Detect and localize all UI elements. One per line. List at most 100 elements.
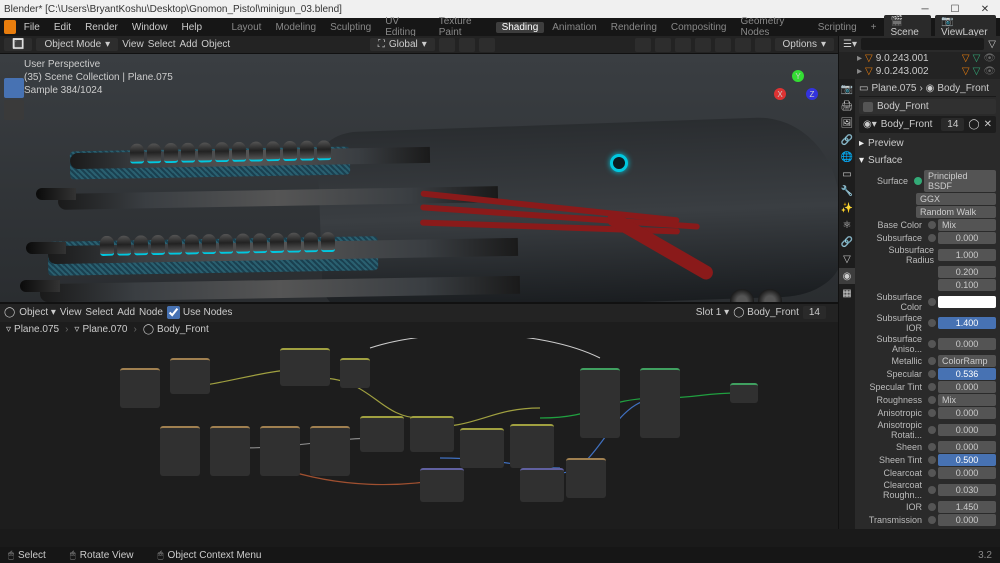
pivot-icon[interactable] xyxy=(439,38,455,52)
axis-z-icon[interactable]: Z xyxy=(806,88,818,100)
view-menu-view[interactable]: View xyxy=(122,39,144,50)
material-users[interactable]: 14 xyxy=(803,306,826,319)
workspace-geonodes[interactable]: Geometry Nodes xyxy=(734,16,809,38)
blender-logo-icon[interactable] xyxy=(4,20,16,34)
prop-value[interactable]: 0.000 xyxy=(938,232,996,244)
prop-value[interactable]: 0.000 xyxy=(938,467,996,479)
minimize-button[interactable]: ─ xyxy=(910,0,940,18)
prop-value[interactable]: 1.000 xyxy=(938,249,996,261)
shading-solid-icon[interactable] xyxy=(715,38,731,52)
socket-dot-icon[interactable] xyxy=(928,221,936,229)
prop-linked-value[interactable]: Mix xyxy=(938,219,996,231)
ne-menu-add[interactable]: Add xyxy=(117,307,135,318)
socket-dot-icon[interactable] xyxy=(928,426,936,434)
outliner[interactable]: ☰▾ ▽ ▸▽9.0.243.001▽▽👁▸▽9.0.243.002▽▽👁▸▽9… xyxy=(839,36,1000,79)
view-menu-select[interactable]: Select xyxy=(148,39,176,50)
node[interactable] xyxy=(210,426,250,476)
shading-rendered-icon[interactable] xyxy=(755,38,771,52)
distribution-select[interactable]: GGX xyxy=(916,193,996,205)
node-editor[interactable]: ◯ Object ▾ View Select Add Node Use Node… xyxy=(0,302,838,529)
xray-icon[interactable] xyxy=(675,38,691,52)
ptab-material-icon[interactable]: ◉ xyxy=(839,268,855,284)
node[interactable] xyxy=(580,368,620,438)
ne-menu-select[interactable]: Select xyxy=(85,307,113,318)
properties-body[interactable]: ▭ Plane.075 › ◉ Body_Front Body_Front ◉▾… xyxy=(855,79,1000,529)
ptab-scene-icon[interactable]: 🔗 xyxy=(839,132,855,148)
node[interactable] xyxy=(520,468,564,502)
outliner-type-icon[interactable]: ☰▾ xyxy=(843,39,857,50)
node[interactable] xyxy=(260,426,300,476)
socket-dot-icon[interactable] xyxy=(928,503,936,511)
socket-dot-icon[interactable] xyxy=(928,319,936,327)
node[interactable] xyxy=(360,416,404,452)
menu-render[interactable]: Render xyxy=(79,22,124,33)
socket-dot-icon[interactable] xyxy=(928,443,936,451)
prop-value[interactable]: 0.000 xyxy=(938,407,996,419)
mat-new-icon[interactable]: ◯ xyxy=(968,119,979,130)
socket-dot-icon[interactable] xyxy=(928,298,936,306)
outliner-search[interactable] xyxy=(861,38,984,50)
prop-value[interactable]: 0.200 xyxy=(938,266,996,278)
material-selector[interactable]: ◯ Body_Front xyxy=(733,307,799,318)
menu-window[interactable]: Window xyxy=(126,22,174,33)
ptab-physics-icon[interactable]: ⚛ xyxy=(839,217,855,233)
socket-dot-icon[interactable] xyxy=(928,516,936,524)
ne-editor-type-icon[interactable]: ◯ xyxy=(4,307,15,318)
menu-file[interactable]: File xyxy=(18,22,46,33)
ptab-particle-icon[interactable]: ✨ xyxy=(839,200,855,216)
viewport-3d[interactable]: User Perspective (35) Scene Collection |… xyxy=(0,54,838,302)
socket-dot-icon[interactable] xyxy=(928,383,936,391)
workspace-modeling[interactable]: Modeling xyxy=(269,22,322,33)
ne-menu-node[interactable]: Node xyxy=(139,307,163,318)
socket-dot-icon[interactable] xyxy=(928,370,936,378)
outliner-item[interactable]: ▸▽9.0.243.002▽▽👁 xyxy=(839,65,1000,78)
material-datablock[interactable]: ◉▾ Body_Front 14 ◯ ✕ xyxy=(859,116,996,133)
ptab-render-icon[interactable]: 📷 xyxy=(839,81,855,97)
mat-users-count[interactable]: 14 xyxy=(941,118,964,131)
ptab-object-icon[interactable]: ▭ xyxy=(839,166,855,182)
prop-value[interactable]: 0.030 xyxy=(938,484,996,496)
prop-value[interactable]: 1.450 xyxy=(938,501,996,513)
node[interactable] xyxy=(280,348,330,386)
socket-dot-icon[interactable] xyxy=(928,456,936,464)
workspace-sculpting[interactable]: Sculpting xyxy=(324,22,377,33)
prop-value[interactable]: 0.000 xyxy=(938,424,996,436)
section-surface[interactable]: ▾ Surface xyxy=(859,152,996,169)
snap-icon[interactable] xyxy=(459,38,475,52)
color-swatch[interactable] xyxy=(938,296,996,308)
socket-dot-icon[interactable] xyxy=(928,409,936,417)
socket-dot-icon[interactable] xyxy=(928,234,936,242)
node[interactable] xyxy=(160,426,200,476)
prop-linked-value[interactable]: Mix xyxy=(938,394,996,406)
shading-matprev-icon[interactable] xyxy=(735,38,751,52)
ptab-view-icon[interactable]: 🖼 xyxy=(839,115,855,131)
mode-selector[interactable]: Object Mode ▾ xyxy=(36,38,118,51)
workspace-texturepaint[interactable]: Texture Paint xyxy=(433,16,494,38)
workspace-add[interactable]: + xyxy=(865,22,883,33)
maximize-button[interactable]: ☐ xyxy=(940,0,970,18)
node[interactable] xyxy=(640,368,680,438)
prop-linked-value[interactable]: ColorRamp xyxy=(938,355,996,367)
proportional-icon[interactable] xyxy=(479,38,495,52)
prop-value[interactable]: 0.536 xyxy=(938,368,996,380)
node[interactable] xyxy=(340,358,370,388)
socket-dot-icon[interactable] xyxy=(928,340,936,348)
node[interactable] xyxy=(460,428,504,468)
ptab-modifier-icon[interactable]: 🔧 xyxy=(839,183,855,199)
axis-y-icon[interactable]: Y xyxy=(792,70,804,82)
node[interactable] xyxy=(170,358,210,394)
ne-menu-view[interactable]: View xyxy=(60,307,82,318)
menu-edit[interactable]: Edit xyxy=(48,22,77,33)
props-object-name[interactable]: Plane.075 xyxy=(871,83,916,94)
prop-value[interactable]: 1.400 xyxy=(938,317,996,329)
crumb-mesh[interactable]: ▿ Plane.070 xyxy=(74,324,127,335)
close-button[interactable]: ✕ xyxy=(970,0,1000,18)
socket-dot-icon[interactable] xyxy=(928,486,936,494)
workspace-uvediting[interactable]: UV Editing xyxy=(379,16,431,38)
prop-value[interactable]: 0.500 xyxy=(938,454,996,466)
socket-dot-icon[interactable] xyxy=(928,469,936,477)
ptab-constraint-icon[interactable]: 🔗 xyxy=(839,234,855,250)
gizmo-toggle-icon[interactable] xyxy=(635,38,651,52)
node[interactable] xyxy=(410,416,454,452)
prop-value[interactable]: 0.000 xyxy=(938,441,996,453)
